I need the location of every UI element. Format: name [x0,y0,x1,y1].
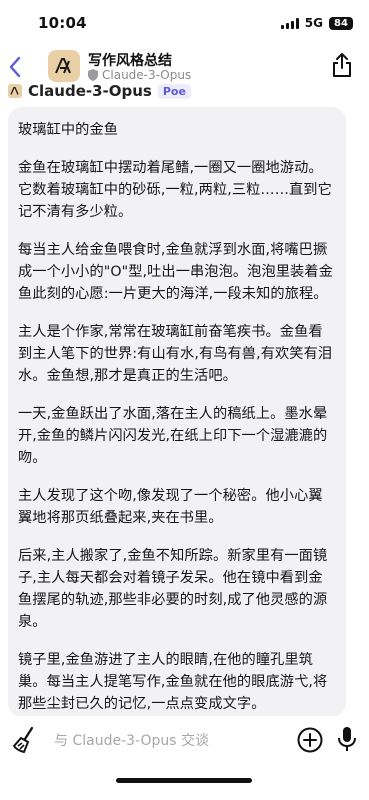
signal-icon [280,17,299,29]
poe-badge: Poe [157,83,191,99]
bot-avatar[interactable] [48,50,80,82]
message-author-row: Claude-3-Opus Poe [8,82,191,100]
paragraph: 主人发现了这个吻,像发现了一个秘密。他小心翼翼地将那页纸叠起来,夹在书里。 [18,488,323,526]
back-chevron-icon [9,56,21,78]
shield-icon [88,69,98,81]
attach-button[interactable] [297,727,323,753]
status-time: 10:04 [38,14,87,32]
message-bubble[interactable]: 玻璃缸中的金鱼 金鱼在玻璃缸中摆动着尾鳍,一圈又一圈地游动。它数着玻璃缸中的砂砾… [8,107,346,717]
chat-subtitle[interactable]: Claude-3-Opus [88,68,191,82]
share-button[interactable] [331,52,355,80]
bot-avatar-icon [55,58,71,74]
composer-bar [0,716,369,800]
plus-circle-icon [297,727,323,753]
status-bar: 10:04 5G 84 [0,0,369,46]
paragraph: 主人是个作家,常常在玻璃缸前奋笔疾书。金鱼看到主人笔下的世界:有山有水,有鸟有兽… [18,324,333,384]
network-label: 5G [304,16,323,30]
story-title: 玻璃缸中的金鱼 [18,122,119,138]
paragraph: 每当主人给金鱼喂食时,金鱼就浮到水面,将嘴巴撅成一个小小的"O"型,吐出一串泡泡… [18,242,333,302]
status-indicators: 5G 84 [280,16,353,30]
battery-icon: 84 [329,16,353,30]
paragraph: 后来,主人搬家了,金鱼不知所踪。新家里有一面镜子,主人每天都会对着镜子发呆。他在… [18,548,328,630]
paragraph: 一天,金鱼跃出了水面,落在主人的稿纸上。墨水晕开,金鱼的鳞片闪闪发光,在纸上印下… [18,406,328,466]
paragraph: 金鱼在玻璃缸中摆动着尾鳍,一圈又一圈地游动。它数着玻璃缸中的砂砾,一粒,两粒,三… [18,160,332,220]
message-author: Claude-3-Opus [28,82,152,100]
voice-input-button[interactable] [337,725,359,755]
microphone-icon [338,727,356,751]
share-icon [333,53,351,77]
author-avatar-icon [8,84,22,98]
chat-title[interactable]: 写作风格总结 [88,50,172,70]
clear-context-button[interactable] [12,726,40,756]
back-button[interactable] [4,52,26,82]
message-input[interactable] [48,725,288,757]
broom-icon [13,726,34,753]
bot-name-label: Claude-3-Opus [102,68,192,82]
home-indicator [116,778,252,783]
paragraph: 镜子里,金鱼游进了主人的眼睛,在他的瞳孔里筑巢。每当主人提笔写作,金鱼就在他的眼… [18,652,328,712]
